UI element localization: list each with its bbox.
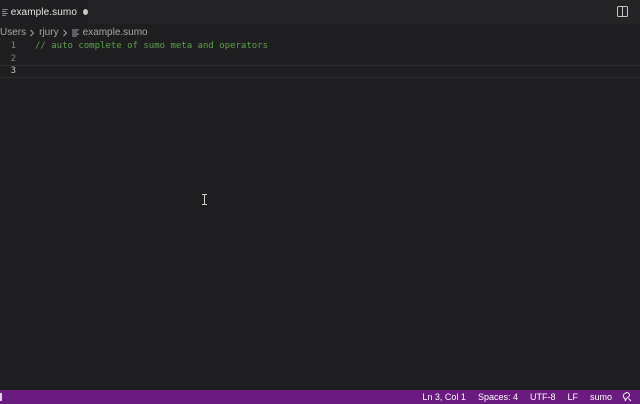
chevron-right-icon [30,29,35,36]
status-indentation[interactable]: Spaces: 4 [472,390,524,404]
status-cursor-position[interactable]: Ln 3, Col 1 [416,390,472,404]
code-line-current[interactable]: 3 [0,65,640,78]
status-eol[interactable]: LF [561,390,584,404]
breadcrumb-item-users[interactable]: Users [0,27,26,38]
remote-indicator[interactable] [0,393,2,401]
status-language-mode[interactable]: sumo [584,390,618,404]
text-cursor-icon [202,194,207,205]
code-line[interactable]: 1 // auto complete of sumo meta and oper… [0,40,640,52]
tab-example-sumo[interactable]: example.sumo [0,0,88,24]
status-encoding[interactable]: UTF-8 [524,390,562,404]
breadcrumb: Users rjury example.sumo [0,25,148,40]
status-bar-right: Ln 3, Col 1 Spaces: 4 UTF-8 LF sumo [416,390,640,404]
line-number: 1 [10,41,16,51]
line-number: 3 [10,66,16,76]
code-comment: // auto complete of sumo meta and operat… [35,41,268,51]
tab-bar: example.sumo [0,0,640,24]
editor-window: example.sumo Users rjury example.sumo 1 … [0,0,640,404]
code-line[interactable]: 2 [0,53,640,65]
file-lines-icon [71,29,79,36]
status-bar: Ln 3, Col 1 Spaces: 4 UTF-8 LF sumo [0,390,640,404]
feedback-icon[interactable] [622,392,632,402]
breadcrumb-item-file[interactable]: example.sumo [83,27,148,38]
line-number: 2 [10,54,16,64]
unsaved-dot-icon[interactable] [83,9,88,15]
file-lines-icon [2,8,8,16]
tab-label: example.sumo [10,6,78,18]
split-editor-icon[interactable] [617,6,628,17]
code-editor[interactable]: 1 // auto complete of sumo meta and oper… [0,40,640,390]
chevron-right-icon [62,29,67,36]
breadcrumb-item-rjury[interactable]: rjury [39,27,58,38]
